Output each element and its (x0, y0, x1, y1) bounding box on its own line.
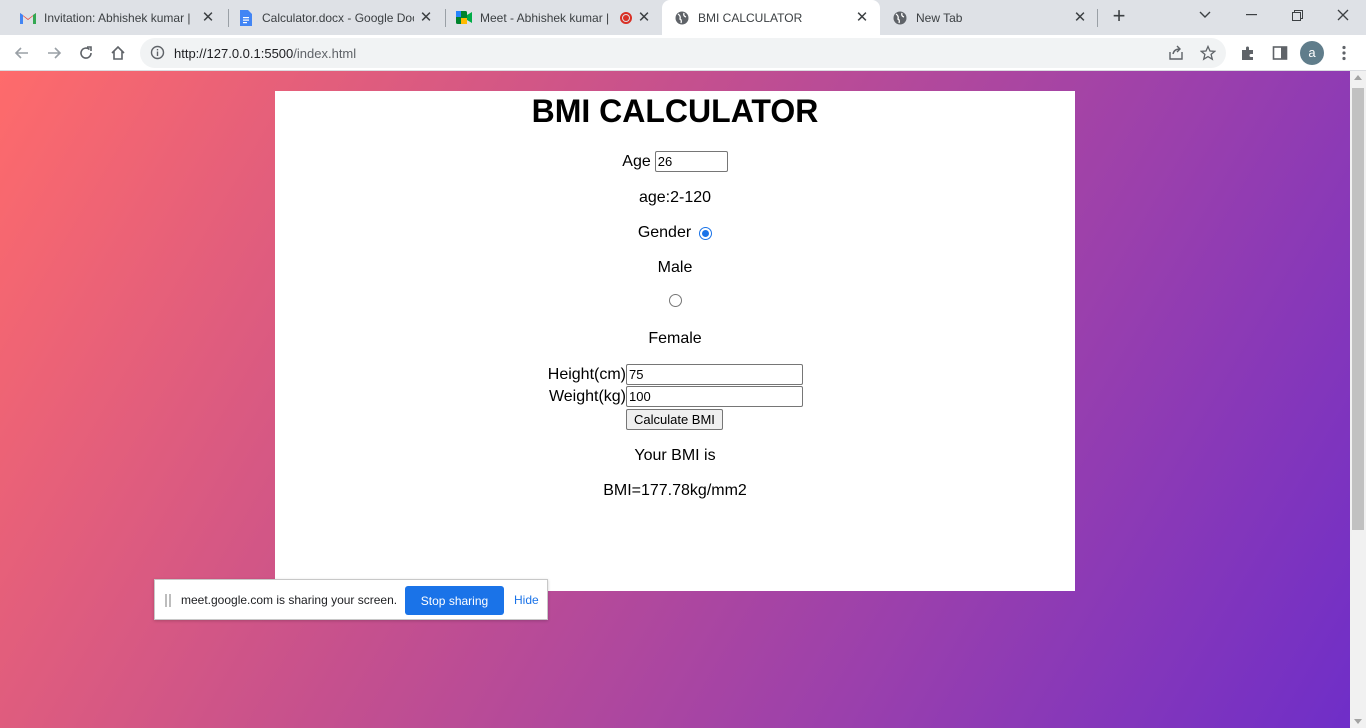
home-icon (111, 45, 125, 60)
url-path: /index.html (293, 46, 357, 61)
arrow-right-icon (48, 47, 62, 59)
bmi-card: BMI CALCULATOR Age age:2-120 Gender Male… (275, 91, 1075, 591)
height-label: Height(cm) (547, 365, 626, 383)
female-radio-row (275, 294, 1075, 307)
age-label: Age (622, 152, 651, 170)
hide-button[interactable]: Hide (514, 593, 539, 607)
age-input[interactable] (654, 151, 728, 172)
age-row: Age (275, 151, 1075, 172)
menu-button[interactable] (1332, 41, 1356, 65)
browser-toolbar: http://127.0.0.1:5500/index.html a (0, 35, 1366, 71)
new-tab-button[interactable]: + (1107, 5, 1131, 28)
window-close-button[interactable] (1320, 0, 1366, 30)
close-icon (1337, 9, 1349, 21)
calculate-bmi-button[interactable]: Calculate BMI (626, 409, 723, 430)
tab-title: Meet - Abhishek kumar | (480, 10, 610, 25)
result-value: BMI=177.78kg/mm2 (603, 482, 747, 499)
kebab-menu-icon (1342, 45, 1346, 61)
minimize-button[interactable] (1228, 0, 1274, 30)
extensions-button[interactable] (1236, 41, 1260, 65)
male-radio[interactable] (699, 226, 713, 240)
male-label: Male (657, 259, 693, 276)
site-info-icon[interactable] (150, 45, 165, 65)
tab-title: Invitation: Abhishek kumar | (44, 10, 191, 25)
female-label: Female (648, 330, 702, 347)
tab-calculator-docx[interactable]: Calculator.docx - Google Doc ✕ (226, 0, 444, 35)
avatar[interactable]: a (1300, 41, 1324, 65)
page-scrollbar[interactable] (1350, 71, 1366, 728)
google-docs-icon (238, 9, 254, 26)
close-icon[interactable]: ✕ (200, 9, 216, 26)
globe-icon (674, 10, 690, 26)
google-meet-icon (456, 10, 472, 26)
female-radio[interactable] (668, 294, 682, 307)
gmail-icon (20, 10, 36, 26)
globe-icon (892, 10, 908, 26)
screen-share-bar: meet.google.com is sharing your screen. … (154, 579, 548, 620)
address-bar[interactable]: http://127.0.0.1:5500/index.html (140, 38, 1226, 68)
drag-handle-icon[interactable] (165, 594, 171, 607)
tab-strip: Invitation: Abhishek kumar | ✕ Calculato… (0, 0, 1366, 35)
scroll-up-arrow-icon[interactable] (1354, 75, 1362, 80)
minimize-icon (1245, 14, 1257, 16)
side-panel-icon (1272, 46, 1288, 60)
url-host: http://127.0.0.1:5500 (174, 46, 294, 61)
home-button[interactable] (106, 41, 130, 65)
tab-separator (1097, 9, 1098, 27)
result-label: Your BMI is (634, 447, 716, 464)
weight-label: Weight(kg) (548, 387, 626, 405)
height-input[interactable] (626, 364, 803, 385)
page-viewport: BMI CALCULATOR Age age:2-120 Gender Male… (0, 71, 1350, 728)
gender-label: Gender (637, 224, 692, 241)
scroll-thumb[interactable] (1352, 88, 1364, 530)
close-icon[interactable]: ✕ (636, 9, 652, 26)
tab-title: BMI CALCULATOR (698, 10, 803, 25)
puzzle-icon (1242, 46, 1253, 60)
gender-row: Gender (275, 224, 1075, 242)
close-icon[interactable]: ✕ (854, 9, 870, 26)
arrow-left-icon (14, 47, 28, 59)
forward-button[interactable] (42, 41, 66, 65)
page-title: BMI CALCULATOR (531, 93, 819, 129)
tab-title: Calculator.docx - Google Doc (262, 10, 414, 25)
reload-button[interactable] (74, 41, 98, 65)
stop-sharing-button[interactable]: Stop sharing (405, 586, 504, 615)
tab-search-button[interactable] (1182, 0, 1228, 30)
scroll-down-arrow-icon[interactable] (1354, 719, 1362, 724)
weight-input[interactable] (626, 386, 803, 407)
url-text: http://127.0.0.1:5500/index.html (174, 46, 356, 61)
reload-icon (80, 46, 92, 59)
age-hint: age:2-120 (638, 189, 712, 206)
share-icon[interactable] (1168, 45, 1184, 66)
weight-row: Weight(kg) (545, 386, 803, 407)
restore-button[interactable] (1274, 0, 1320, 30)
chevron-down-icon (1199, 11, 1211, 18)
tab-bmi-calculator[interactable]: BMI CALCULATOR ✕ (662, 0, 880, 35)
tab-gmail-invitation[interactable]: Invitation: Abhishek kumar | ✕ (8, 0, 226, 35)
restore-icon (1291, 9, 1303, 21)
tab-google-meet[interactable]: Meet - Abhishek kumar | ✕ (444, 0, 662, 35)
back-button[interactable] (10, 41, 34, 65)
star-icon[interactable] (1199, 44, 1217, 66)
close-icon[interactable]: ✕ (1072, 9, 1088, 26)
recording-icon (620, 11, 632, 24)
tab-new-tab[interactable]: New Tab ✕ (880, 0, 1098, 35)
close-icon[interactable]: ✕ (418, 9, 434, 26)
tab-title: New Tab (916, 10, 963, 25)
height-row: Height(cm) (545, 364, 803, 385)
side-panel-button[interactable] (1268, 41, 1292, 65)
share-message: meet.google.com is sharing your screen. (181, 593, 398, 607)
